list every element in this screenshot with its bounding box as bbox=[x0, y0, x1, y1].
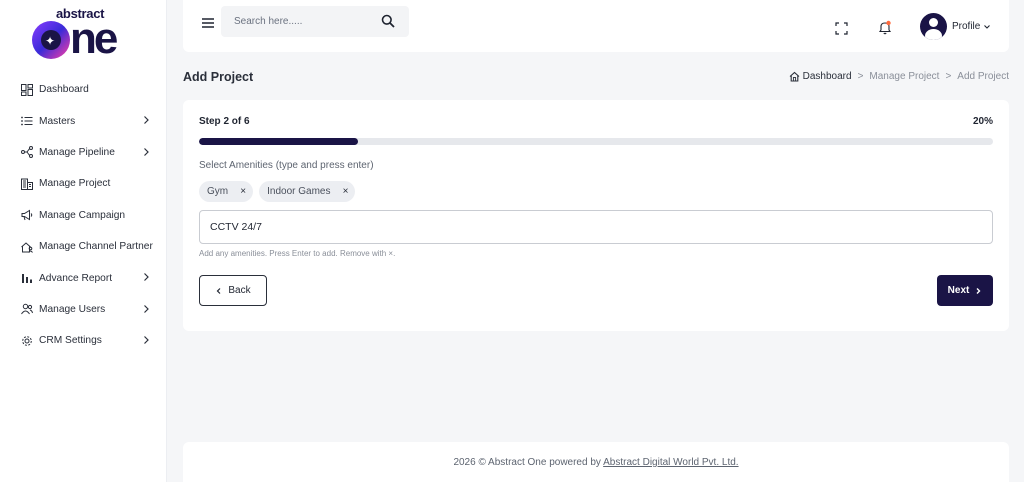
chip-label: Gym bbox=[207, 186, 229, 197]
progress-bar-fill bbox=[199, 138, 358, 145]
megaphone-icon bbox=[20, 209, 33, 222]
sidebar-item-label: CRM Settings bbox=[39, 335, 102, 347]
profile-label: Profile bbox=[952, 21, 981, 32]
search-input[interactable] bbox=[221, 6, 381, 37]
step-indicator: Step 2 of 6 bbox=[199, 116, 250, 127]
users-icon bbox=[20, 303, 33, 316]
abstract-one-logo[interactable]: abstract ✦ ne bbox=[32, 6, 136, 63]
search-icon[interactable] bbox=[381, 14, 395, 28]
avatar bbox=[920, 13, 947, 40]
chevron-right-icon bbox=[976, 287, 981, 294]
sidebar-item-manage-project[interactable]: Manage Project bbox=[0, 168, 167, 199]
pipeline-icon bbox=[20, 146, 33, 159]
sidebar-item-manage-campaign[interactable]: Manage Campaign bbox=[0, 200, 167, 231]
bar-chart-icon bbox=[20, 272, 33, 285]
sidebar-item-label: Dashboard bbox=[39, 84, 89, 96]
sidebar-item-masters[interactable]: Masters bbox=[0, 105, 167, 136]
footer-company-link[interactable]: Abstract Digital World Pvt. Ltd. bbox=[603, 457, 738, 468]
chevron-right-icon bbox=[144, 304, 149, 313]
list-icon bbox=[20, 115, 33, 128]
sidebar-nav: Dashboard Masters Manage Pipeline Manage… bbox=[0, 74, 167, 357]
fullscreen-icon[interactable] bbox=[835, 22, 848, 35]
home-group-icon bbox=[20, 240, 33, 253]
sidebar-item-label: Manage Channel Partner bbox=[39, 241, 153, 253]
search-box bbox=[221, 6, 409, 37]
next-button-label: Next bbox=[947, 285, 970, 296]
amenity-chip-list: Gym × Indoor Games × bbox=[199, 181, 356, 202]
footer: 2026 © Abstract One powered by Abstract … bbox=[183, 442, 1009, 482]
amenity-chip: Gym × bbox=[199, 181, 254, 202]
chevron-right-icon bbox=[144, 116, 149, 125]
gear-icon bbox=[20, 334, 33, 347]
sidebar-item-manage-channel-partner[interactable]: Manage Channel Partner bbox=[0, 231, 167, 262]
amenity-input[interactable] bbox=[199, 210, 993, 244]
breadcrumb-separator: > bbox=[945, 71, 952, 82]
building-icon bbox=[20, 177, 33, 190]
add-project-wizard-card: Step 2 of 6 20% Select Amenities (type a… bbox=[183, 100, 1009, 331]
sidebar-item-label: Manage Pipeline bbox=[39, 146, 115, 158]
chevron-right-icon bbox=[144, 273, 149, 282]
sidebar-item-crm-settings[interactable]: CRM Settings bbox=[0, 325, 167, 356]
profile-menu[interactable]: Profile bbox=[920, 13, 991, 40]
progress-bar bbox=[199, 138, 993, 145]
page-title: Add Project bbox=[183, 70, 254, 84]
amenity-hint: Add any amenities. Press Enter to add. R… bbox=[199, 249, 396, 258]
chevron-right-icon bbox=[144, 336, 149, 345]
sidebar-item-advance-report[interactable]: Advance Report bbox=[0, 262, 167, 293]
progress-percent: 20% bbox=[972, 116, 993, 127]
sidebar-item-label: Advance Report bbox=[39, 272, 113, 284]
next-button[interactable]: Next bbox=[937, 275, 993, 306]
chevron-down-icon bbox=[984, 24, 991, 29]
breadcrumb-dashboard-link[interactable]: Dashboard bbox=[803, 71, 852, 82]
remove-chip-icon[interactable]: × bbox=[340, 186, 350, 197]
breadcrumb-manage-project-link[interactable]: Manage Project bbox=[869, 71, 939, 82]
back-button-label: Back bbox=[228, 285, 251, 296]
chevron-right-icon bbox=[144, 147, 149, 156]
sidebar-item-label: Manage Users bbox=[39, 303, 106, 315]
sidebar-item-manage-pipeline[interactable]: Manage Pipeline bbox=[0, 137, 167, 168]
footer-copyright: 2026 © Abstract One powered by bbox=[453, 457, 601, 468]
sidebar-item-label: Masters bbox=[39, 115, 76, 127]
sidebar-item-dashboard[interactable]: Dashboard bbox=[0, 74, 167, 105]
breadcrumb-current: Add Project bbox=[957, 71, 1009, 82]
amenity-chip: Indoor Games × bbox=[259, 181, 356, 202]
notification-bell-icon[interactable] bbox=[878, 20, 892, 35]
hamburger-menu-icon[interactable] bbox=[201, 17, 215, 29]
sidebar-item-manage-users[interactable]: Manage Users bbox=[0, 294, 167, 325]
sidebar: abstract ✦ ne Dashboard Masters Manage P… bbox=[0, 0, 167, 482]
home-icon bbox=[789, 71, 800, 82]
top-bar: Profile bbox=[183, 0, 1009, 52]
sparkle-icon: ✦ bbox=[45, 34, 56, 48]
chip-label: Indoor Games bbox=[267, 186, 331, 197]
amenities-label: Select Amenities (type and press enter) bbox=[199, 160, 374, 171]
dashboard-icon bbox=[20, 83, 33, 96]
back-button[interactable]: Back bbox=[199, 275, 267, 306]
breadcrumb-separator: > bbox=[857, 71, 864, 82]
breadcrumb: Dashboard > Manage Project > Add Project bbox=[789, 71, 1009, 82]
sidebar-item-label: Manage Project bbox=[39, 178, 111, 190]
sidebar-item-label: Manage Campaign bbox=[39, 209, 126, 221]
remove-chip-icon[interactable]: × bbox=[238, 186, 248, 197]
logo-wordmark-bottom: ne bbox=[70, 14, 118, 63]
chevron-left-icon bbox=[217, 287, 221, 294]
